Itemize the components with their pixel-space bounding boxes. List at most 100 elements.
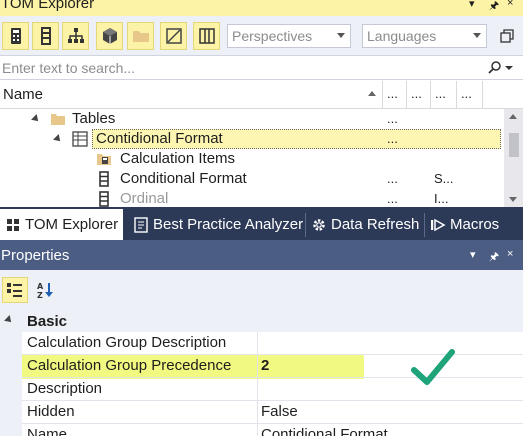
search-placeholder: Enter text to search...	[2, 60, 136, 76]
calculation-group-icon	[72, 131, 88, 147]
tab-label: Macros	[450, 216, 500, 233]
tom-explorer-title: TOM Explorer	[1, 0, 95, 12]
scroll-up-arrow-icon[interactable]	[509, 114, 517, 119]
tom-explorer-pin-button[interactable]: 🖈	[489, 0, 499, 16]
tom-explorer-toolbar: Perspectives Languages	[0, 16, 523, 56]
column-header-5[interactable]: ...	[461, 86, 472, 101]
properties-title: Properties	[1, 247, 70, 264]
properties-close-button[interactable]: ×	[507, 248, 513, 260]
category-label: Basic	[27, 313, 68, 330]
tab-label: Data Refresh	[331, 216, 420, 233]
tree-column-header: Name ... ... ... ...	[0, 81, 523, 109]
column-header-3[interactable]: ...	[411, 86, 422, 101]
table-list-button[interactable]	[32, 22, 59, 50]
macro-icon	[431, 218, 446, 231]
column-header-4[interactable]: ...	[435, 86, 446, 101]
tree-node-tables[interactable]: Tables ...	[0, 109, 504, 129]
expand-arrow-icon[interactable]	[31, 114, 41, 124]
perspectives-dropdown[interactable]: Perspectives	[227, 24, 351, 48]
property-value[interactable]: 2	[261, 357, 269, 374]
languages-dropdown-label: Languages	[367, 28, 437, 44]
property-grid-gutter	[0, 355, 22, 436]
folder-icon	[51, 114, 65, 125]
tom-tree: Tables ... Contidional Format ... Calcul…	[0, 109, 504, 207]
search-icon[interactable]	[488, 60, 502, 74]
property-divider	[257, 424, 258, 436]
tool-window-tabs: TOM Explorer Best Practice Analyzer Data…	[0, 207, 523, 240]
languages-dropdown[interactable]: Languages	[362, 24, 487, 48]
calculator-button[interactable]	[2, 22, 29, 50]
svg-text:Z: Z	[37, 291, 43, 299]
tree-node-conditional-format-column[interactable]: Conditional Format ... S...	[0, 169, 504, 189]
tree-node-col2: ...	[387, 131, 398, 146]
tab-label: TOM Explorer	[25, 216, 119, 233]
calculator-icon	[10, 28, 21, 44]
search-input[interactable]: Enter text to search...	[0, 56, 523, 80]
category-basic[interactable]: Basic	[0, 310, 523, 332]
edit-pane-icon	[165, 28, 182, 44]
property-name: Name	[27, 426, 68, 436]
categorized-icon	[7, 283, 22, 297]
gear-icon	[313, 218, 325, 231]
column-icon	[99, 171, 109, 187]
property-row-name[interactable]: Name Contidional Format	[22, 424, 523, 436]
column-divider[interactable]	[406, 81, 407, 109]
categorized-view-button[interactable]	[2, 277, 28, 303]
tab-best-practice-analyzer[interactable]: Best Practice Analyzer	[128, 209, 308, 240]
folder-icon	[132, 31, 149, 42]
alphabetical-view-button[interactable]: AZ	[32, 277, 58, 303]
tree-node-calculation-items[interactable]: Calculation Items	[0, 149, 504, 169]
property-value[interactable]: False	[261, 403, 298, 420]
property-value[interactable]: Contidional Format	[261, 426, 388, 436]
properties-pin-button[interactable]: 🖈	[489, 248, 499, 267]
properties-menu-button[interactable]: ▾	[470, 248, 476, 261]
column-header-2[interactable]: ...	[387, 86, 398, 101]
name-column-header[interactable]: Name	[3, 86, 43, 103]
tom-explorer-menu-button[interactable]: ▾	[469, 0, 475, 10]
hierarchy-icon	[67, 28, 84, 43]
scrollbar-thumb[interactable]	[509, 133, 519, 157]
copy-icon[interactable]	[500, 29, 514, 43]
tom-explorer-titlebar: TOM Explorer ▾ 🖈 ×	[0, 0, 523, 16]
tree-node-label: Tables	[72, 110, 116, 127]
tree-node-col2: ...	[387, 111, 398, 126]
search-options-chevron-icon[interactable]	[505, 66, 513, 70]
cube-icon	[102, 28, 117, 44]
property-divider	[257, 355, 258, 378]
column-icon	[99, 191, 109, 207]
chevron-down-icon	[337, 33, 345, 38]
collapse-arrow-icon[interactable]	[4, 315, 14, 325]
folder-button[interactable]	[127, 22, 154, 50]
tree-node-label: Contidional Format	[96, 130, 223, 147]
cube-button[interactable]	[96, 22, 123, 50]
tab-macros[interactable]: Macros	[425, 209, 504, 240]
property-name: Calculation Group Precedence	[27, 357, 232, 374]
properties-toolbar: AZ	[0, 270, 523, 310]
tree-node-label: Calculation Items	[120, 150, 236, 167]
tree-node-calculation-group[interactable]: Contidional Format ...	[0, 129, 504, 149]
property-name: Calculation Group Description	[27, 334, 227, 351]
expand-arrow-icon[interactable]	[53, 134, 63, 144]
scroll-down-arrow-icon[interactable]	[509, 197, 517, 202]
hierarchy-button[interactable]	[62, 22, 89, 50]
sort-ascending-icon	[368, 91, 376, 96]
property-divider	[257, 332, 258, 355]
checkmark-icon	[411, 349, 455, 385]
tom-explorer-close-button[interactable]: ×	[507, 0, 513, 9]
edit-pane-button[interactable]	[160, 22, 187, 50]
tree-node-col4: I...	[434, 191, 449, 206]
tom-explorer-icon	[7, 218, 19, 231]
column-divider[interactable]	[482, 81, 483, 109]
columns-button[interactable]	[193, 22, 220, 50]
tab-data-refresh[interactable]: Data Refresh	[306, 209, 424, 240]
column-divider[interactable]	[430, 81, 431, 109]
column-divider[interactable]	[382, 81, 383, 109]
property-row-hidden[interactable]: Hidden False	[22, 401, 523, 424]
tab-tom-explorer[interactable]: TOM Explorer	[0, 209, 124, 240]
chevron-down-icon	[473, 33, 481, 38]
tree-node-ordinal-column[interactable]: Ordinal ... I...	[0, 189, 504, 207]
tree-vertical-scrollbar[interactable]	[504, 109, 523, 207]
tree-node-label: Conditional Format	[120, 170, 247, 187]
column-divider[interactable]	[456, 81, 457, 109]
calculation-items-folder-icon	[97, 154, 111, 165]
